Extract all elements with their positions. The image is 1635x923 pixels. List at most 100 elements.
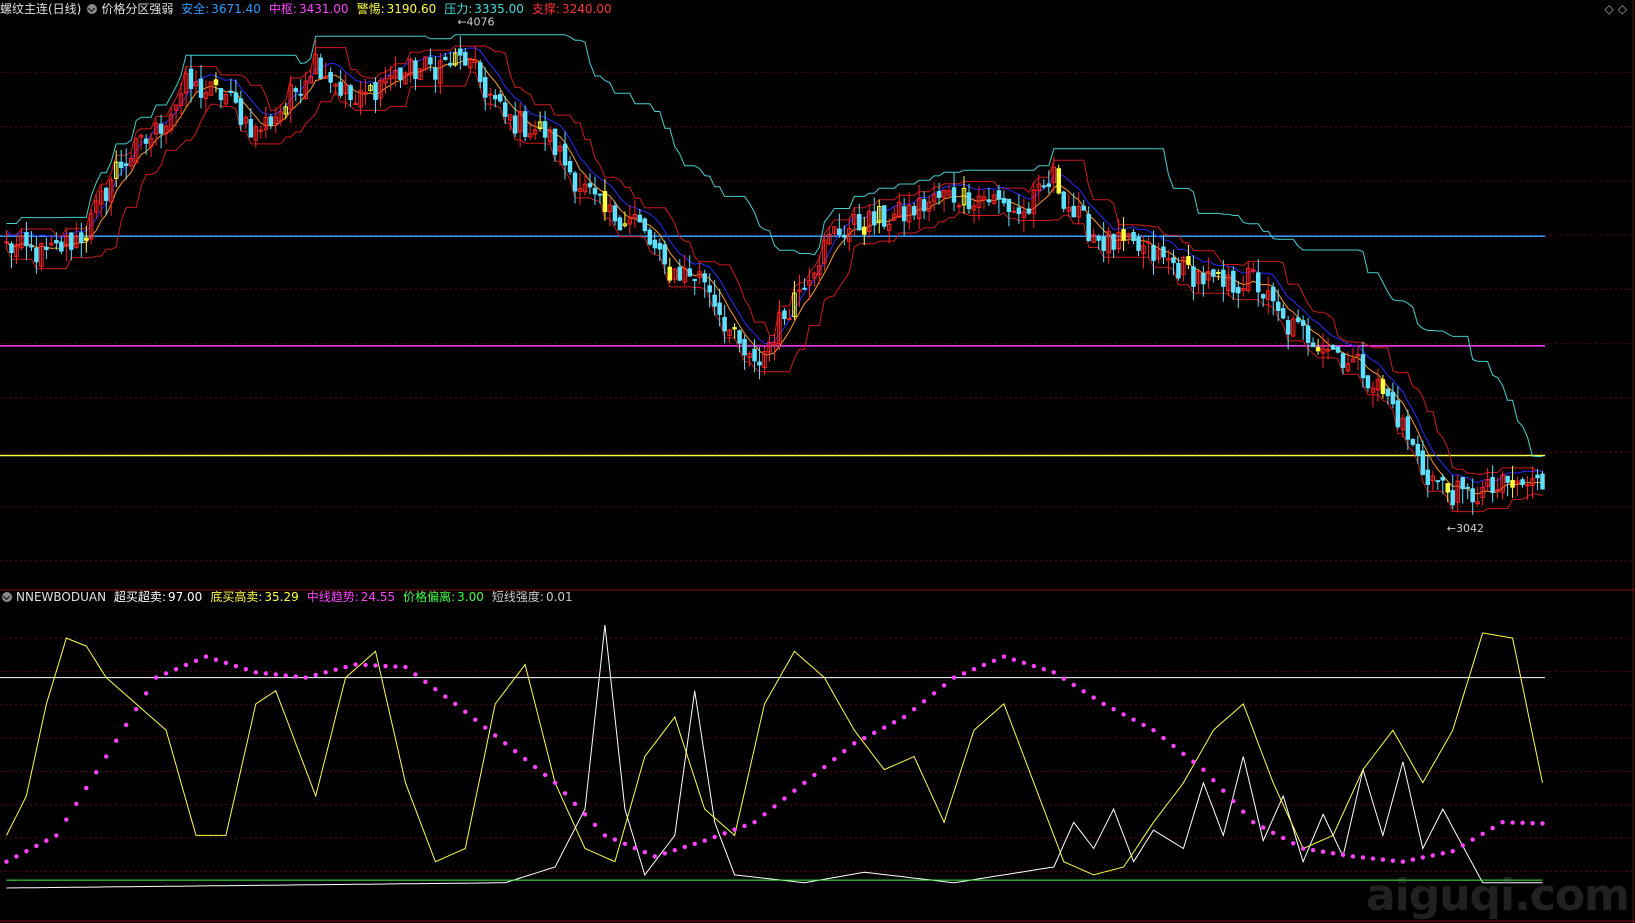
candle-body: [29, 245, 34, 248]
candle-body: [1006, 198, 1012, 212]
diamond-left-icon[interactable]: ◇: [1605, 2, 1614, 16]
trend-dot: [483, 725, 488, 730]
candle-body: [158, 123, 164, 134]
candle-body: [1445, 483, 1450, 493]
trend-dot: [1201, 767, 1206, 772]
trend-dot: [782, 796, 787, 801]
trend-dot: [602, 833, 608, 838]
candle-body: [338, 81, 343, 96]
chart-stage[interactable]: ←4076 ←3042 螺纹主连(日线) 价格分区强弱 安全: 3671.40 中枢: 3…: [0, 0, 1635, 923]
bottom-value-item-label: 价格偏离:: [403, 590, 456, 604]
candle-body: [637, 214, 643, 223]
trend-dot: [1440, 851, 1445, 856]
candle-body: [398, 67, 403, 81]
diamond-right-icon[interactable]: ◇: [1618, 2, 1627, 16]
trend-dot: [752, 820, 757, 825]
candle-body: [318, 57, 323, 79]
candle-body: [1470, 488, 1475, 503]
trend-dot: [941, 683, 947, 688]
trend-dot: [1001, 654, 1007, 659]
candle-body: [1295, 317, 1301, 323]
candle-body: [123, 163, 129, 166]
top-value-item-value: 3190.60: [386, 2, 437, 16]
candle-body: [428, 57, 433, 65]
candle-body: [353, 103, 358, 106]
top-value-item-value: 3240.00: [561, 2, 612, 16]
candle-body: [592, 188, 598, 195]
trend-dot: [94, 770, 99, 775]
dropdown-circle-icon[interactable]: [2, 592, 12, 602]
trend-dot: [413, 672, 418, 677]
candle-body: [1415, 444, 1421, 456]
candle-body: [238, 98, 244, 125]
trend-dot: [712, 834, 717, 840]
trend-dot: [552, 780, 558, 785]
trend-dot: [762, 812, 767, 817]
trend-dot: [1161, 735, 1166, 741]
trend-dot: [1380, 857, 1386, 862]
trend-dot: [1470, 837, 1475, 842]
candle-body: [1221, 269, 1226, 287]
candle-body: [1535, 474, 1540, 479]
trend-dot: [1221, 788, 1226, 793]
candle-body: [293, 88, 298, 92]
top-value-item: 警惕: 3190.60: [357, 2, 441, 16]
candle-body: [1390, 391, 1396, 405]
support-line: [6, 71, 1543, 513]
top-value-item: 压力: 3335.00: [444, 2, 528, 16]
candle-body: [298, 93, 303, 96]
bottom-value-item-label: 短线强度:: [491, 590, 544, 604]
candle-body: [901, 206, 907, 222]
candle-body: [1365, 375, 1371, 389]
candle-body: [757, 361, 762, 366]
bottom-grid: [0, 637, 1635, 872]
trend-dot: [1021, 660, 1027, 666]
candle-body: [478, 62, 483, 82]
chart-canvas[interactable]: ←4076←3042: [0, 0, 1635, 923]
candle-body: [54, 240, 59, 244]
candle-body: [34, 248, 39, 263]
trend-dot: [1071, 682, 1076, 688]
oscillator-series-line: [6, 632, 1543, 876]
candle-body: [1041, 185, 1047, 188]
candle-body: [483, 77, 488, 98]
candles: ←4076←3042: [4, 16, 1545, 535]
candle-body: [433, 67, 438, 80]
trend-dot: [443, 694, 448, 699]
bottom-indicator-name[interactable]: NNEWBODUAN: [16, 590, 106, 604]
trend-dot: [123, 722, 129, 728]
candle-body: [1420, 450, 1426, 475]
candle-body: [1136, 236, 1141, 251]
trend-dot: [1091, 695, 1096, 700]
candle-body: [1026, 208, 1032, 214]
trend-dot: [951, 675, 957, 680]
candle-body: [862, 226, 867, 235]
candle-body: [677, 266, 682, 281]
bottom-value-item: 价格偏离: 3.00: [403, 590, 488, 604]
top-grid: [0, 71, 1635, 562]
trend-dot: [792, 788, 797, 793]
bottom-value-item-value: 3.00: [457, 590, 484, 604]
candle-body: [1016, 207, 1022, 215]
candle-body: [502, 102, 508, 117]
candle-body: [652, 239, 658, 249]
trend-dot: [74, 801, 79, 807]
trend-dot: [1540, 821, 1545, 826]
candle-body: [1460, 477, 1465, 490]
trend-dot: [652, 854, 658, 859]
instrument-title[interactable]: 螺纹主连(日线): [0, 2, 81, 16]
candle-body: [463, 51, 468, 66]
trend-dot: [812, 772, 817, 778]
candle-body: [662, 244, 668, 265]
trend-dot: [981, 662, 987, 668]
dropdown-circle-icon[interactable]: [87, 4, 98, 14]
trend-dot: [263, 671, 269, 676]
trend-dot: [572, 801, 578, 807]
candle-body: [348, 85, 353, 101]
top-indicator-name[interactable]: 价格分区强弱: [101, 2, 173, 16]
trend-dot: [363, 662, 368, 668]
trend-dot: [1151, 728, 1156, 733]
candle-body: [1171, 257, 1176, 264]
candle-body: [842, 234, 847, 238]
trend-dot: [1370, 856, 1376, 861]
